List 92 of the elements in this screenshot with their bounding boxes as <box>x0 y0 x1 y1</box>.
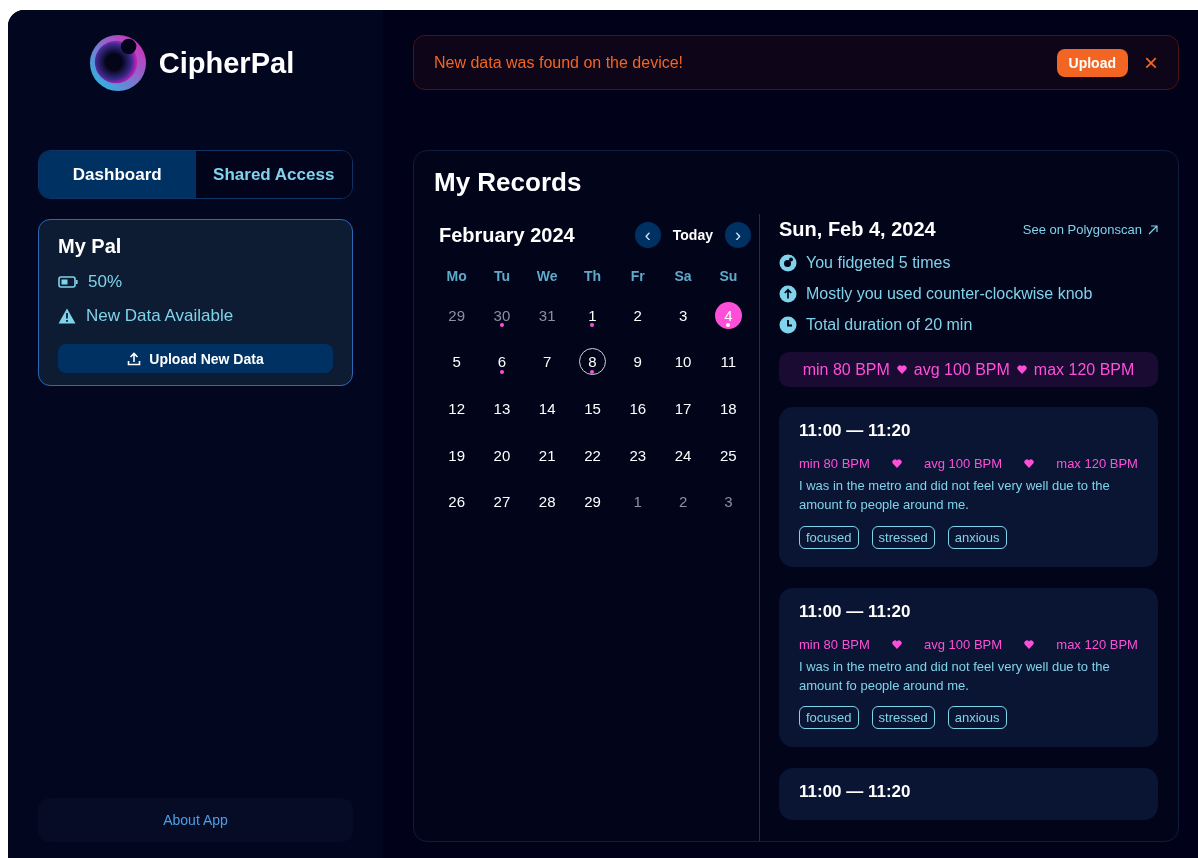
calendar-day[interactable]: 31 <box>533 301 561 329</box>
calendar-day[interactable]: 29 <box>443 301 471 329</box>
record-note: I was in the metro and did not feel very well due to the amount fo people around me. <box>799 477 1111 514</box>
calendar-day[interactable]: 14 <box>533 395 561 422</box>
bpm-value: min 80 BPM <box>799 456 870 471</box>
panel-title: My Records <box>434 167 583 198</box>
bpm-value: min 80 BPM <box>802 360 890 379</box>
calendar-day[interactable]: 19 <box>443 441 471 469</box>
calendar-day[interactable]: 27 <box>488 488 516 516</box>
calendar-day[interactable]: 10 <box>669 348 697 376</box>
bpm-value: min 80 BPM <box>799 636 870 652</box>
about-link[interactable]: About App <box>38 798 353 842</box>
weekday-label: Th <box>582 268 603 286</box>
weekday-label: Su <box>718 268 739 286</box>
calendar-day[interactable]: 5 <box>443 348 471 376</box>
calendar-day[interactable]: 3 <box>714 488 742 516</box>
calendar-day[interactable]: 17 <box>669 395 697 422</box>
tab[interactable]: Dashboard <box>39 151 196 198</box>
calendar-day[interactable]: 26 <box>443 488 471 516</box>
calendar-day[interactable]: 2 <box>669 488 697 516</box>
heart-icon <box>891 459 902 468</box>
weekday-label: Fr <box>629 268 646 286</box>
day-title: Sun, Feb 4, 2024 <box>779 218 936 241</box>
device-status: New Data Available <box>86 306 234 326</box>
upload-button[interactable]: Upload New Data <box>58 344 333 373</box>
heart-icon <box>896 365 907 374</box>
app-name: CipherPal <box>158 46 295 80</box>
bpm-value: max 120 BPM <box>1033 360 1135 379</box>
calendar-day[interactable]: 24 <box>669 441 697 469</box>
stat-text: Total duration of 20 min <box>806 316 973 334</box>
bpm-value: avg 100 BPM <box>924 636 1003 652</box>
bpm-value: max 120 BPM <box>1056 456 1138 471</box>
polygonscan-link[interactable]: See on Polygonscan <box>1022 222 1158 237</box>
mood-tag: anxious <box>947 706 1007 730</box>
today-button[interactable]: Today <box>672 227 713 243</box>
calendar-day[interactable]: 1 <box>579 301 606 329</box>
calendar-day[interactable]: 12 <box>443 395 471 422</box>
calendar-day[interactable]: 28 <box>533 488 561 516</box>
close-button[interactable]: × <box>1142 50 1160 75</box>
stat-text: You fidgeted 5 times <box>806 254 951 272</box>
clock-icon <box>779 316 797 334</box>
heart-icon <box>1016 365 1027 374</box>
mood-tag: focused <box>799 706 859 730</box>
record-time: 11:00 — 11:20 <box>799 421 912 441</box>
calendar-day[interactable]: 2 <box>624 301 652 329</box>
bpm-value: avg 100 BPM <box>913 360 1010 379</box>
calendar-day[interactable]: 30 <box>488 301 516 329</box>
device-title: My Pal <box>58 235 123 258</box>
weekday-label: We <box>535 268 559 286</box>
calendar-day[interactable]: 29 <box>579 488 606 516</box>
calendar-day[interactable]: 13 <box>488 395 516 422</box>
bpm-value: max 120 BPM <box>1056 636 1138 652</box>
calendar-day[interactable]: 20 <box>488 441 516 469</box>
calendar-day[interactable]: 1 <box>624 488 652 516</box>
weekday-label: Tu <box>492 268 511 286</box>
calendar-day[interactable]: 21 <box>533 441 561 469</box>
external-link-icon <box>1148 224 1158 235</box>
mood-tag: stressed <box>871 525 935 549</box>
previous-button[interactable]: ‹ <box>634 222 661 248</box>
weekday-label: Sa <box>673 268 693 286</box>
banner-message: New data was found on the device! <box>434 53 685 72</box>
calendar-day[interactable]: 9 <box>624 348 652 376</box>
heart-icon <box>891 639 902 649</box>
heart-icon <box>1024 639 1035 649</box>
logo-icon <box>88 34 147 92</box>
weekday-label: Mo <box>445 268 468 286</box>
record-note: I was in the metro and did not feel very well due to the amount fo people around me. <box>799 657 1111 695</box>
mood-tag: anxious <box>947 525 1007 549</box>
knob-icon <box>779 254 797 272</box>
calendar-day[interactable]: 3 <box>669 301 697 329</box>
heart-icon <box>1024 459 1035 468</box>
calendar-day[interactable]: 23 <box>624 441 652 469</box>
calendar-day[interactable]: 18 <box>714 395 742 422</box>
calendar-day[interactable]: 7 <box>533 348 561 376</box>
calendar-day[interactable]: 25 <box>714 441 742 469</box>
battery-icon <box>58 276 78 288</box>
calendar-day[interactable]: 15 <box>579 395 606 422</box>
upload-icon <box>127 351 142 366</box>
calendar-day[interactable]: 6 <box>488 348 516 376</box>
record-time: 11:00 — 11:20 <box>799 601 912 622</box>
bpm-value: avg 100 BPM <box>924 456 1003 471</box>
record-time: 11:00 — 11:20 <box>799 782 912 803</box>
calendar-day[interactable]: 16 <box>624 395 652 422</box>
calendar-day[interactable]: 11 <box>714 348 742 376</box>
mood-tag: stressed <box>871 706 935 730</box>
battery-level: 50% <box>88 272 123 292</box>
next-button[interactable]: › <box>725 222 751 248</box>
mood-tag: focused <box>799 525 859 549</box>
warning-icon <box>58 308 76 324</box>
month-title: February 2024 <box>439 223 575 247</box>
calendar-day[interactable]: 22 <box>579 441 606 469</box>
stat-text: Mostly you used counter-clockwise knob <box>806 285 1093 303</box>
